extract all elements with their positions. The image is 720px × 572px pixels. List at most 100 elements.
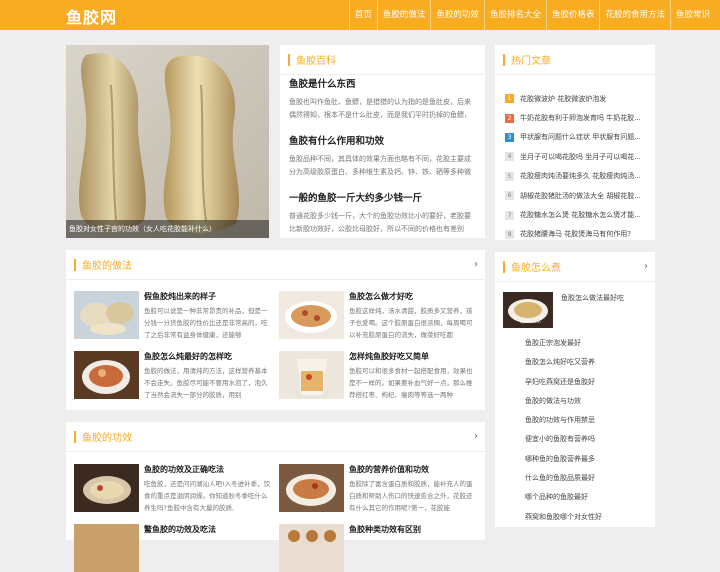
- article-title[interactable]: 鱼胶怎么做才好吃: [349, 291, 413, 302]
- chevron-right-icon[interactable]: ›: [474, 431, 478, 442]
- rank-badge: 1: [505, 94, 514, 104]
- hot-item[interactable]: 7 花胶糖水怎么煲 花胶糖水怎么煲才能...: [505, 205, 647, 224]
- how-item[interactable]: 哪个品种的鱼胶最好: [525, 488, 647, 507]
- featured-title[interactable]: 鱼胶怎么做法最好吃: [561, 293, 624, 303]
- how-item[interactable]: 鱼胶正宗泡发最好: [525, 334, 647, 353]
- article-desc: 吃鱼胶，还是问问湖汕人吧!入冬进补季，饮食的重点是滋阴润燥。你知道秋冬季吃什么养…: [144, 480, 271, 512]
- article-title[interactable]: 怎样炖鱼胶好吃又简单: [349, 351, 429, 362]
- article-thumbnail[interactable]: [279, 464, 344, 512]
- article-title[interactable]: 鳘鱼胶的功效及吃法: [144, 524, 216, 535]
- baike-item[interactable]: 鱼胶有什么作用和功效 鱼胶品种不同，其具体的效果方面也略有不同，花胶主要成分为高…: [289, 133, 474, 179]
- article-thumbnail[interactable]: [74, 351, 139, 399]
- hot-item-text[interactable]: 甲状腺有问题什么症状 甲状腺有问题...: [520, 132, 641, 142]
- hot-item-text[interactable]: 坐月子可以喝花胶吗 坐月子可以喝花...: [520, 152, 641, 162]
- how-item[interactable]: 燕窝和鱼胶哪个对女性好: [525, 508, 647, 527]
- nav-eating[interactable]: 花胶的食用方法: [599, 0, 670, 30]
- article-thumbnail[interactable]: [279, 291, 344, 339]
- thumbnail-watermark: ojibai.com: [520, 319, 541, 324]
- article-title[interactable]: 假鱼胶炖出来的样子: [144, 291, 216, 302]
- hot-articles-panel: 热门文章 1 花胶微波炉 花胶微波炉泡发 2 牛奶花胶有利于卵泡发育吗 牛奶花胶..…: [495, 45, 655, 240]
- baike-header: 鱼胶百科: [280, 45, 485, 75]
- baike-item-title[interactable]: 鱼胶有什么作用和功效: [289, 133, 474, 147]
- rank-badge: 4: [505, 152, 514, 162]
- article-desc: 鱼胶除了富含蛋白质和胶质，能补充人的蛋白质和帮助人伤口的快速愈合之外，花胶还有什…: [349, 480, 473, 512]
- hot-item-text[interactable]: 胡椒花胶猪肚汤的做法大全 胡椒花胶...: [520, 191, 641, 201]
- article-card[interactable]: 怎样炖鱼胶好吃又简单 鱼胶可以和很多食材一起搭配食用，效果也是不一样的。如果要补…: [279, 351, 479, 399]
- article-card[interactable]: 鳘鱼胶的功效及吃法: [74, 524, 274, 572]
- hot-item-text[interactable]: 花胶糖水怎么煲 花胶糖水怎么煲才能...: [520, 210, 641, 220]
- nav-price[interactable]: 鱼胶价格表: [545, 0, 600, 30]
- rank-badge: 3: [505, 132, 514, 142]
- main-nav: 首页 鱼胶的做法 鱼胶的功效 鱼胶排名大全 鱼胶价格表 花胶的食用方法 鱼胶常识: [348, 0, 715, 30]
- article-title[interactable]: 鱼胶的功效及正确吃法: [144, 464, 224, 475]
- baike-item-title[interactable]: 鱼胶是什么东西: [289, 76, 474, 90]
- hot-item-text[interactable]: 花胶瘦肉炖汤要炖多久 花胶瘦肉炖汤...: [520, 171, 641, 181]
- article-title[interactable]: 鱼胶种类功效有区别: [349, 524, 421, 535]
- hot-list: 1 花胶微波炉 花胶微波炉泡发 2 牛奶花胶有利于卵泡发育吗 牛奶花胶... 3 甲状…: [495, 75, 655, 244]
- baike-item-desc: 普通花胶多少钱一斤，大个的鱼胶功效比小的要好，老胶要比新胶功效好，公胶比母胶好，…: [289, 212, 471, 233]
- site-logo[interactable]: 鱼胶网: [66, 4, 117, 28]
- chevron-right-icon[interactable]: ›: [474, 259, 478, 270]
- nav-effects[interactable]: 鱼胶的功效: [430, 0, 484, 30]
- how-item[interactable]: 孕妇吃燕窝还是鱼胶好: [525, 373, 647, 392]
- hot-item[interactable]: 1 花胶微波炉 花胶微波炉泡发: [505, 89, 647, 108]
- article-thumbnail[interactable]: [279, 524, 344, 572]
- hot-item[interactable]: 3 甲状腺有问题什么症状 甲状腺有问题...: [505, 128, 647, 147]
- article-card[interactable]: 鱼胶怎么炖最好的怎样吃 鱼胶的做法，用清炖的方法，这样营养基本不会走失。鱼胶尽可…: [74, 351, 274, 399]
- rank-badge: 2: [505, 113, 514, 123]
- hot-item-text[interactable]: 花胶微波炉 花胶微波炉泡发: [520, 94, 606, 104]
- article-thumbnail[interactable]: [74, 524, 139, 572]
- article-title[interactable]: 鱼胶怎么炖最好的怎样吃: [144, 351, 232, 362]
- article-card[interactable]: 鱼胶怎么做才好吃 鱼胶这样炖，汤水清甜，胶质多又营养，孩子也爱喝。这个胶原蛋白很…: [279, 291, 479, 339]
- how-item[interactable]: 哪种鱼的鱼胶营养最多: [525, 450, 647, 469]
- nav-knowledge[interactable]: 鱼胶常识: [669, 0, 715, 30]
- article-thumbnail[interactable]: [74, 464, 139, 512]
- article-desc: 鱼胶这样炖，汤水清甜，胶质多又营养，孩子也爱喝。这个胶原蛋白很浓稠，每周喝可以补…: [349, 307, 473, 339]
- nav-ranking[interactable]: 鱼胶排名大全: [483, 0, 546, 30]
- article-title[interactable]: 鱼胶的营养价值和功效: [349, 464, 429, 475]
- rank-badge: 8: [505, 229, 514, 239]
- how-header: 鱼胶怎么煮 ›: [495, 252, 655, 282]
- article-desc: 鱼胶可以和很多食材一起搭配食用，效果也是不一样的。如果要补血气好一点，那么推荐搭…: [349, 367, 473, 399]
- hot-item[interactable]: 6 胡椒花胶猪肚汤的做法大全 胡椒花胶...: [505, 186, 647, 205]
- hot-item[interactable]: 2 牛奶花胶有利于卵泡发育吗 牛奶花胶...: [505, 108, 647, 127]
- hot-header: 热门文章: [495, 45, 655, 75]
- nav-home[interactable]: 首页: [348, 0, 377, 30]
- chevron-right-icon[interactable]: ›: [644, 261, 648, 272]
- how-list: 鱼胶正宗泡发最好 鱼胶怎么炖好吃又营养 孕妇吃燕窝还是鱼胶好 鱼胶的做法与功效 …: [495, 334, 655, 527]
- baike-item-title[interactable]: 一般的鱼胶一斤大约多少钱一斤: [289, 190, 474, 204]
- article-card[interactable]: 鱼胶种类功效有区别: [279, 524, 479, 572]
- hero-caption[interactable]: 鱼胶对女性子宫的功效（女人吃花胶能补什么）: [66, 220, 269, 238]
- hot-item-text[interactable]: 牛奶花胶有利于卵泡发育吗 牛奶花胶...: [520, 113, 641, 123]
- how-to-cook-panel: 鱼胶怎么煮 › ojibai.com 鱼胶怎么做法最好吃 鱼胶正宗泡发最好 鱼胶怎…: [495, 252, 655, 527]
- article-desc: 鱼胶的做法，用清炖的方法，这样营养基本不会走失。鱼胶尽可能不要用水泡了，泡久了当…: [144, 367, 268, 399]
- article-card[interactable]: 假鱼胶炖出来的样子 鱼胶可以说是一种非常昂贵的补品，但是一分钱一分货鱼胶的性价比…: [74, 291, 274, 339]
- effects-header: 鱼胶的功效 ›: [66, 422, 485, 452]
- hero-image[interactable]: 鱼胶对女性子宫的功效（女人吃花胶能补什么）: [66, 45, 269, 238]
- hot-item[interactable]: 8 花胶猪腰海马 花胶煲海马有何作用?: [505, 225, 647, 244]
- featured-thumbnail[interactable]: ojibai.com: [503, 292, 553, 328]
- article-card[interactable]: 鱼胶的功效及正确吃法 吃鱼胶，还是问问湖汕人吧!入冬进补季，饮食的重点是滋阴润燥…: [74, 464, 274, 512]
- baike-item[interactable]: 一般的鱼胶一斤大约多少钱一斤 普通花胶多少钱一斤，大个的鱼胶功效比小的要好，老胶…: [289, 190, 474, 236]
- rank-badge: 5: [505, 171, 514, 181]
- baike-item-desc: 鱼胶也叫作鱼肚、鱼鳔，是猎猎的认为指的是鱼肚皮，后来偶然得知，根本不是什么肚皮，…: [289, 98, 471, 119]
- nav-methods[interactable]: 鱼胶的做法: [376, 0, 431, 30]
- hot-item-text[interactable]: 花胶猪腰海马 花胶煲海马有何作用?: [520, 229, 631, 239]
- hot-title: 热门文章: [511, 56, 551, 67]
- how-item[interactable]: 鱼胶的做法与功效: [525, 392, 647, 411]
- article-card[interactable]: 鱼胶的营养价值和功效 鱼胶除了富含蛋白质和胶质，能补充人的蛋白质和帮助人伤口的快…: [279, 464, 479, 512]
- featured-article[interactable]: ojibai.com 鱼胶怎么做法最好吃: [495, 282, 655, 334]
- article-thumbnail[interactable]: [279, 351, 344, 399]
- fish-maw-photo: [66, 45, 269, 238]
- how-item[interactable]: 便宜小的鱼胶有营养吗: [525, 430, 647, 449]
- article-desc: 鱼胶可以说是一种非常昂贵的补品，但是一分钱一分货鱼胶的性价比还是非常高的，吃了之…: [144, 307, 268, 339]
- top-navigation-bar: 鱼胶网 首页 鱼胶的做法 鱼胶的功效 鱼胶排名大全 鱼胶价格表 花胶的食用方法 …: [0, 0, 720, 30]
- rank-badge: 7: [505, 210, 514, 220]
- hot-item[interactable]: 5 花胶瘦肉炖汤要炖多久 花胶瘦肉炖汤...: [505, 167, 647, 186]
- how-item[interactable]: 什么鱼的鱼胶品质最好: [525, 469, 647, 488]
- how-item[interactable]: 鱼胶的功效与作用禁忌: [525, 411, 647, 430]
- hot-item[interactable]: 4 坐月子可以喝花胶吗 坐月子可以喝花...: [505, 147, 647, 166]
- article-thumbnail[interactable]: [74, 291, 139, 339]
- baike-item[interactable]: 鱼胶是什么东西 鱼胶也叫作鱼肚、鱼鳔，是猎猎的认为指的是鱼肚皮，后来偶然得知，根…: [289, 76, 474, 122]
- how-item[interactable]: 鱼胶怎么炖好吃又营养: [525, 353, 647, 372]
